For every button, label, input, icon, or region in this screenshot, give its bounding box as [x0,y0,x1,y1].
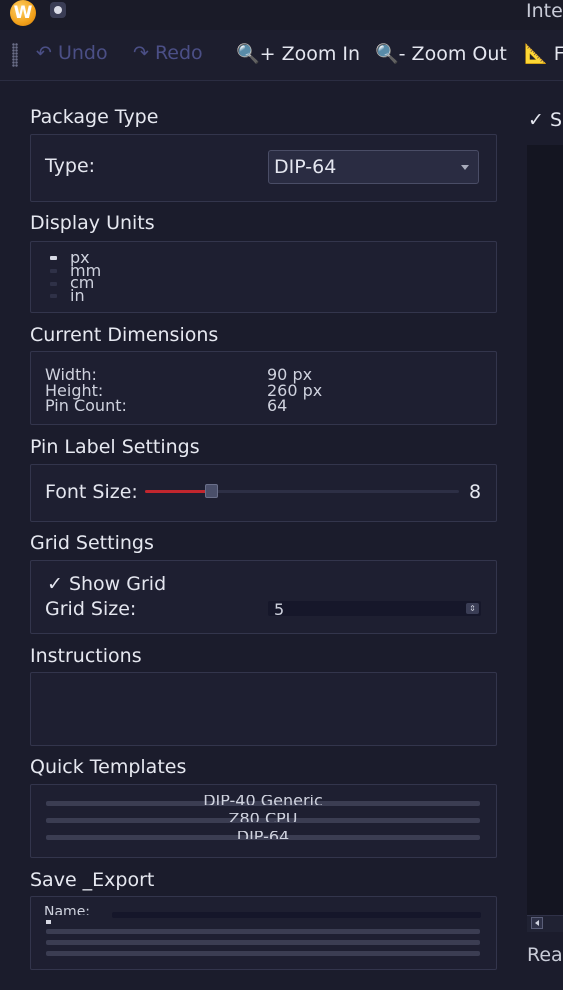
type-label: Type: [45,155,96,177]
toolbar-grip-icon[interactable] [12,43,18,67]
unit-radio-px[interactable] [50,256,57,260]
unit-radio-cm[interactable] [50,282,57,286]
width-label: Width: [45,365,97,384]
grid-size-spinbox[interactable]: 5 ⇕ [268,601,481,616]
zoom-out-button[interactable]: 🔍- Zoom Out [375,42,507,65]
current-dimensions-title: Current Dimensions [30,324,219,346]
instructions-box [30,672,497,746]
undo-button[interactable]: ↶ Undo [36,42,108,64]
quick-templates-title: Quick Templates [30,756,187,778]
pin-count-value: 64 [267,396,288,415]
name-input[interactable] [112,912,481,918]
grid-size-label: Grid Size: [45,598,137,620]
grid-size-value: 5 [274,601,285,617]
window-title: Inte [526,0,563,22]
name-label: Name: [44,906,91,915]
load-button[interactable] [46,951,480,956]
font-size-slider-handle[interactable] [205,484,218,498]
pin-count-label: Pin Count: [45,396,127,415]
template-label: DIP-64 [46,831,480,839]
type-combobox[interactable]: DIP-64 [268,150,479,184]
save-export-title: Save _Export [30,869,155,891]
instructions-title: Instructions [30,645,142,667]
current-dimensions-group: Width: 90 px Height: 260 px Pin Count: 6… [30,351,497,425]
fit-button[interactable]: 📐 F [524,42,563,65]
pin-label-settings-title: Pin Label Settings [30,436,200,458]
window-menu-icon[interactable] [50,2,66,18]
save-button[interactable] [46,929,480,934]
spin-arrows-icon[interactable]: ⇕ [466,603,479,614]
scroll-left-icon[interactable] [531,917,543,929]
app-logo-icon: W [10,0,36,26]
unit-label-in: in [70,286,85,305]
unit-radio-in[interactable] [50,294,57,298]
template-label: Z80 CPU [46,813,480,822]
type-combobox-value: DIP-64 [274,156,337,178]
font-size-label: Font Size: [45,481,138,503]
show-checkbox[interactable]: ✓ S [528,109,562,131]
chevron-down-icon [461,165,469,170]
package-type-title: Package Type [30,106,159,128]
display-units-title: Display Units [30,212,155,234]
grid-settings-group [30,560,497,634]
status-bar-text: Rea [527,944,563,966]
grid-settings-title: Grid Settings [30,532,154,554]
template-label: DIP-40 Generic [203,795,323,805]
export-option-icon [46,920,51,924]
font-size-value: 8 [469,481,482,503]
width-value: 90 px [267,365,313,384]
zoom-in-button[interactable]: 🔍+ Zoom In [236,42,360,65]
redo-button[interactable]: ↷ Redo [133,42,203,64]
show-grid-checkbox[interactable]: ✓ Show Grid [47,573,166,595]
display-units-group: px mm cm in [30,241,497,313]
canvas-area[interactable] [527,145,563,915]
font-size-slider-fill [145,490,211,493]
export-button[interactable] [46,940,480,945]
title-bar [0,0,563,30]
unit-radio-mm[interactable] [50,269,57,273]
